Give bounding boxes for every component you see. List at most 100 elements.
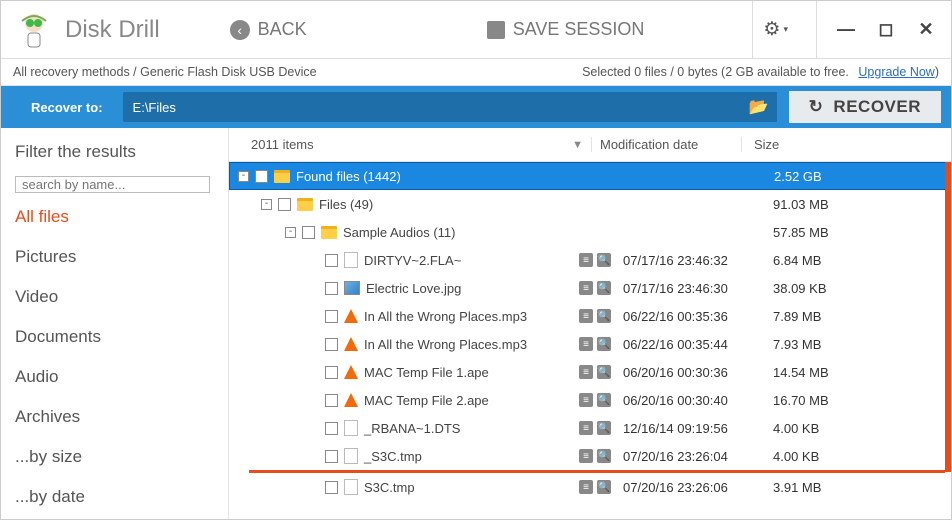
preview-icon[interactable]: 🔍 bbox=[597, 449, 611, 463]
details-icon[interactable]: ≡ bbox=[579, 393, 593, 407]
app-title: Disk Drill bbox=[65, 16, 160, 44]
checkbox[interactable] bbox=[255, 170, 268, 183]
recover-button[interactable]: ↻ RECOVER bbox=[789, 91, 941, 123]
recover-path-input[interactable]: E:\Files bbox=[123, 92, 741, 122]
maximize-button[interactable]: ◻ bbox=[875, 19, 897, 40]
col-size[interactable]: Size bbox=[741, 137, 951, 152]
save-icon bbox=[487, 21, 505, 39]
file-row[interactable]: In All the Wrong Places.mp3≡🔍06/22/16 00… bbox=[229, 330, 951, 358]
preview-icon[interactable]: 🔍 bbox=[597, 253, 611, 267]
filter-all-files[interactable]: All files bbox=[15, 201, 214, 233]
file-row[interactable]: MAC Temp File 2.ape≡🔍06/20/16 00:30:4016… bbox=[229, 386, 951, 414]
checkbox[interactable] bbox=[302, 226, 315, 239]
preview-icon[interactable]: 🔍 bbox=[597, 281, 611, 295]
file-name: MAC Temp File 1.ape bbox=[364, 365, 489, 380]
file-date: 06/22/16 00:35:36 bbox=[615, 309, 761, 324]
folder-open-icon: 📂 bbox=[749, 97, 769, 117]
file-size: 16.70 MB bbox=[761, 393, 951, 408]
browse-button[interactable]: 📂 bbox=[741, 92, 777, 122]
preview-icon[interactable]: 🔍 bbox=[597, 337, 611, 351]
checkbox[interactable] bbox=[325, 254, 338, 267]
col-date[interactable]: Modification date bbox=[591, 137, 741, 152]
back-button[interactable]: ‹ BACK bbox=[220, 13, 317, 46]
back-icon: ‹ bbox=[230, 20, 250, 40]
recover-label: RECOVER bbox=[833, 97, 921, 117]
folder-row[interactable]: -Files (49)91.03 MB bbox=[229, 190, 951, 218]
folder-row[interactable]: -Found files (1442)2.52 GB bbox=[229, 162, 951, 190]
sort-icon[interactable]: ▼ bbox=[572, 139, 583, 151]
filter-video[interactable]: Video bbox=[15, 281, 214, 313]
file-row[interactable]: Electric Love.jpg≡🔍07/17/16 23:46:3038.0… bbox=[229, 274, 951, 302]
save-session-button[interactable]: SAVE SESSION bbox=[477, 13, 655, 46]
column-header: 2011 items ▼ Modification date Size bbox=[229, 128, 951, 162]
checkbox[interactable] bbox=[325, 338, 338, 351]
file-name: _S3C.tmp bbox=[364, 449, 422, 464]
checkbox[interactable] bbox=[325, 422, 338, 435]
vlc-icon bbox=[344, 337, 358, 351]
filter-sidebar: Filter the results All files Pictures Vi… bbox=[1, 128, 229, 519]
file-row[interactable]: MAC Temp File 1.ape≡🔍06/20/16 00:30:3614… bbox=[229, 358, 951, 386]
file-name: In All the Wrong Places.mp3 bbox=[364, 309, 527, 324]
file-icon bbox=[344, 479, 358, 495]
file-date: 07/20/16 23:26:06 bbox=[615, 480, 761, 495]
filter-heading: Filter the results bbox=[15, 142, 214, 162]
vlc-icon bbox=[344, 393, 358, 407]
refresh-icon: ↻ bbox=[809, 97, 824, 117]
checkbox[interactable] bbox=[325, 481, 338, 494]
size: 57.85 MB bbox=[761, 225, 951, 240]
preview-icon[interactable]: 🔍 bbox=[597, 421, 611, 435]
details-icon[interactable]: ≡ bbox=[579, 309, 593, 323]
file-size: 6.84 MB bbox=[761, 253, 951, 268]
file-row[interactable]: _S3C.tmp≡🔍07/20/16 23:26:044.00 KB bbox=[229, 442, 951, 470]
filter-documents[interactable]: Documents bbox=[15, 321, 214, 353]
details-icon[interactable]: ≡ bbox=[579, 480, 593, 494]
minimize-button[interactable]: — bbox=[835, 19, 857, 40]
file-list[interactable]: -Found files (1442)2.52 GB-Files (49)91.… bbox=[229, 162, 951, 519]
save-label: SAVE SESSION bbox=[513, 19, 645, 40]
breadcrumb[interactable]: All recovery methods / Generic Flash Dis… bbox=[13, 65, 317, 79]
checkbox[interactable] bbox=[278, 198, 291, 211]
search-input[interactable] bbox=[15, 176, 210, 193]
filter-audio[interactable]: Audio bbox=[15, 361, 214, 393]
folder-icon bbox=[274, 170, 290, 183]
preview-icon[interactable]: 🔍 bbox=[597, 309, 611, 323]
tree-toggle[interactable]: - bbox=[285, 227, 296, 238]
file-size: 38.09 KB bbox=[761, 281, 951, 296]
checkbox[interactable] bbox=[325, 366, 338, 379]
file-row[interactable]: In All the Wrong Places.mp3 ≡ 🔍 06/22/16 00… bbox=[229, 302, 951, 330]
filter-archives[interactable]: Archives bbox=[15, 401, 214, 433]
upgrade-link[interactable]: Upgrade Now bbox=[858, 65, 934, 79]
file-name: In All the Wrong Places.mp3 bbox=[364, 337, 527, 352]
tree-toggle[interactable]: - bbox=[238, 171, 249, 182]
checkbox[interactable] bbox=[325, 394, 338, 407]
filter-by-size[interactable]: ...by size bbox=[15, 441, 214, 473]
filter-pictures[interactable]: Pictures bbox=[15, 241, 214, 273]
scrollbar-indicator[interactable] bbox=[945, 162, 951, 472]
file-size: 14.54 MB bbox=[761, 365, 951, 380]
details-icon[interactable]: ≡ bbox=[579, 281, 593, 295]
details-icon[interactable]: ≡ bbox=[579, 253, 593, 267]
file-row[interactable]: _RBANA~1.DTS≡🔍12/16/14 09:19:564.00 KB bbox=[229, 414, 951, 442]
details-icon[interactable]: ≡ bbox=[579, 337, 593, 351]
file-size: 7.89 MB bbox=[761, 309, 951, 324]
tree-toggle[interactable]: - bbox=[261, 199, 272, 210]
file-name: MAC Temp File 2.ape bbox=[364, 393, 489, 408]
file-date: 07/17/16 23:46:30 bbox=[615, 281, 761, 296]
preview-icon[interactable]: 🔍 bbox=[597, 393, 611, 407]
details-icon[interactable]: ≡ bbox=[579, 449, 593, 463]
details-icon[interactable]: ≡ bbox=[579, 365, 593, 379]
preview-icon[interactable]: 🔍 bbox=[597, 365, 611, 379]
filter-by-date[interactable]: ...by date bbox=[15, 481, 214, 513]
close-button[interactable]: ✕ bbox=[915, 19, 937, 40]
file-size: 4.00 KB bbox=[761, 449, 951, 464]
details-icon[interactable]: ≡ bbox=[579, 421, 593, 435]
preview-icon[interactable]: 🔍 bbox=[597, 480, 611, 494]
checkbox[interactable] bbox=[325, 310, 338, 323]
folder-row[interactable]: -Sample Audios (11)57.85 MB bbox=[229, 218, 951, 246]
settings-button[interactable]: ⚙ ▾ bbox=[753, 12, 798, 47]
checkbox[interactable] bbox=[325, 282, 338, 295]
file-row[interactable]: DIRTYV~2.FLA~≡🔍07/17/16 23:46:326.84 MB bbox=[229, 246, 951, 274]
checkbox[interactable] bbox=[325, 450, 338, 463]
file-row[interactable]: S3C.tmp≡🔍07/20/16 23:26:063.91 MB bbox=[229, 473, 951, 501]
gear-icon: ⚙ bbox=[763, 18, 780, 41]
